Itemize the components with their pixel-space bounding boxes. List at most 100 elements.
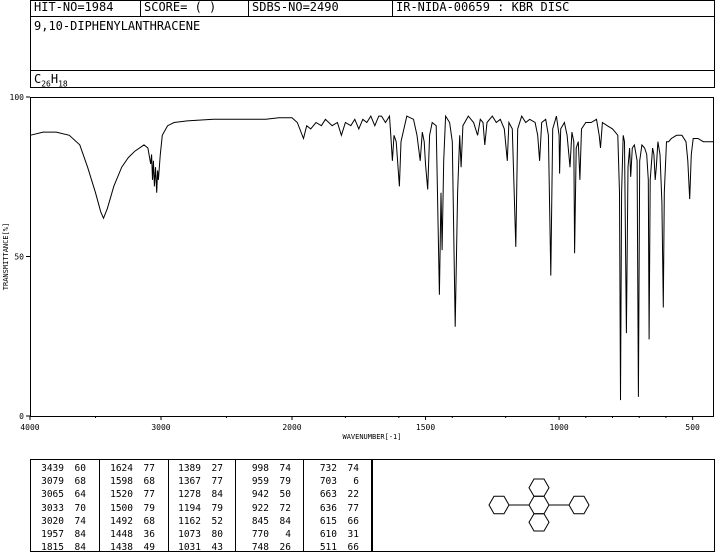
peak-wavenumber: 959 <box>251 476 269 488</box>
peak-wavenumber: 770 <box>251 528 269 540</box>
peak-transmittance: 74 <box>347 463 359 474</box>
peak-wavenumber: 942 <box>251 489 269 501</box>
plot-frame <box>30 97 714 417</box>
peak-row: 1031 43 <box>169 541 223 554</box>
spectrum-line <box>29 114 714 401</box>
peak-wavenumber: 3020 <box>41 515 64 527</box>
phenyl-ring-left <box>488 495 510 515</box>
peak-wavenumber: 1624 <box>110 463 133 474</box>
peak-transmittance: 66 <box>347 542 359 554</box>
peak-row: 998 74 <box>237 462 291 475</box>
molecular-formula: C26H18 <box>34 72 68 89</box>
peak-row: 1194 79 <box>169 502 223 515</box>
compound-name: 9,10-DIPHENYLANTHRACENE <box>34 19 201 33</box>
peak-transmittance: 43 <box>211 542 223 554</box>
peak-column: 3439 60 3079 68 3065 64 3033 70 3020 74 1957 84 1815… <box>32 462 86 554</box>
peak-transmittance: 26 <box>279 542 291 554</box>
molecular-structure <box>372 459 715 552</box>
anthracene-ring <box>528 495 550 515</box>
y-tick-label: 100 <box>10 93 25 102</box>
peak-row: 610 31 <box>305 528 359 541</box>
peak-transmittance: 68 <box>74 476 86 488</box>
peak-wavenumber: 1815 <box>41 542 64 554</box>
peak-wavenumber: 1448 <box>110 528 133 540</box>
peak-row: 748 26 <box>237 541 291 554</box>
peak-transmittance: 79 <box>143 502 155 514</box>
peak-transmittance: 74 <box>74 515 86 527</box>
peak-wavenumber: 1194 <box>178 502 201 514</box>
peak-wavenumber: 845 <box>251 515 269 527</box>
peak-row: 942 50 <box>237 488 291 501</box>
x-axis-label: WAVENUMBER[-1] <box>342 433 401 441</box>
peak-wavenumber: 1278 <box>178 489 201 501</box>
peak-wavenumber: 663 <box>319 489 337 501</box>
peak-row: 770 4 <box>237 528 291 541</box>
peak-wavenumber: 748 <box>251 542 269 554</box>
peak-transmittance: 77 <box>347 502 359 514</box>
x-tick-label: 500 <box>685 423 700 432</box>
peak-row: 3033 70 <box>32 502 86 515</box>
peak-wavenumber: 615 <box>319 515 337 527</box>
peak-row: 732 74 <box>305 462 359 475</box>
phenyl-ring-right <box>568 495 590 515</box>
peak-transmittance: 77 <box>211 476 223 488</box>
peak-transmittance: 68 <box>143 476 155 488</box>
peak-transmittance: 64 <box>74 489 86 501</box>
peak-row: 1500 79 <box>101 502 155 515</box>
peak-transmittance: 84 <box>211 489 223 501</box>
peak-wavenumber: 636 <box>319 502 337 514</box>
x-tick-label: 4000 <box>20 423 39 432</box>
diphenylanthracene-structure <box>488 478 590 532</box>
peak-transmittance: 36 <box>143 528 155 540</box>
x-tick-label: 1500 <box>416 423 435 432</box>
y-tick-label: 0 <box>19 412 24 421</box>
axis-labels: WAVENUMBER[-1] TRANSMITTANCE[%] <box>2 223 402 441</box>
peak-row: 703 6 <box>305 475 359 488</box>
ir-nida-id: IR-NIDA-00659 : KBR DISC <box>396 0 570 14</box>
peak-row: 1520 77 <box>101 488 155 501</box>
peak-transmittance: 79 <box>279 476 291 488</box>
peak-row: 3020 74 <box>32 515 86 528</box>
peak-column: 998 74 959 79 942 50 922 72 845 84 770 4 748 26 <box>237 462 291 554</box>
peak-wavenumber: 1031 <box>178 542 201 554</box>
peak-row: 3065 64 <box>32 488 86 501</box>
peak-column: 732 74 703 6 663 22 636 77 615 66 610 31 511 66 <box>305 462 359 554</box>
peak-wavenumber: 1367 <box>178 476 201 488</box>
peak-transmittance: 22 <box>347 489 359 501</box>
peak-transmittance: 50 <box>279 489 291 501</box>
peak-transmittance: 80 <box>211 528 223 540</box>
y-tick-label: 50 <box>14 253 24 262</box>
structure-frame <box>372 459 715 552</box>
peak-row: 511 66 <box>305 541 359 554</box>
peak-row: 1448 36 <box>101 528 155 541</box>
x-tick-label: 3000 <box>151 423 170 432</box>
ir-spectrum-chart: 4000 3000 2000 1500 1000 500 0 50 100 WAVENUMBER… <box>2 93 714 441</box>
peak-transmittance: 84 <box>74 542 86 554</box>
peak-column: 1389 27 1367 77 1278 84 1194 79 1162 52 1073 80 1031… <box>169 462 223 554</box>
peak-wavenumber: 3033 <box>41 502 64 514</box>
peak-wavenumber: 1492 <box>110 515 133 527</box>
peak-transmittance: 84 <box>279 515 291 527</box>
hit-number: HIT-NO=1984 <box>34 0 114 14</box>
peak-row: 1815 84 <box>32 541 86 554</box>
peak-wavenumber: 703 <box>319 476 337 488</box>
peak-transmittance: 68 <box>143 515 155 527</box>
peak-wavenumber: 1520 <box>110 489 133 501</box>
peak-transmittance: 6 <box>353 476 359 488</box>
peak-transmittance: 84 <box>74 528 86 540</box>
peak-table: 3439 60 3079 68 3065 64 3033 70 3020 74 1957 84 1815… <box>30 459 372 554</box>
peak-wavenumber: 3065 <box>41 489 64 501</box>
peak-transmittance: 60 <box>74 463 86 474</box>
anthracene-ring <box>528 478 550 497</box>
sdbs-number: SDBS-NO=2490 <box>252 0 339 14</box>
peak-row: 845 84 <box>237 515 291 528</box>
peak-transmittance: 77 <box>143 489 155 501</box>
peak-wavenumber: 1598 <box>110 476 133 488</box>
peak-row: 959 79 <box>237 475 291 488</box>
peak-transmittance: 52 <box>211 515 223 527</box>
peak-transmittance: 74 <box>279 463 291 474</box>
peak-wavenumber: 1162 <box>178 515 201 527</box>
peak-row: 1598 68 <box>101 475 155 488</box>
peak-row: 663 22 <box>305 488 359 501</box>
peak-wavenumber: 1500 <box>110 502 133 514</box>
